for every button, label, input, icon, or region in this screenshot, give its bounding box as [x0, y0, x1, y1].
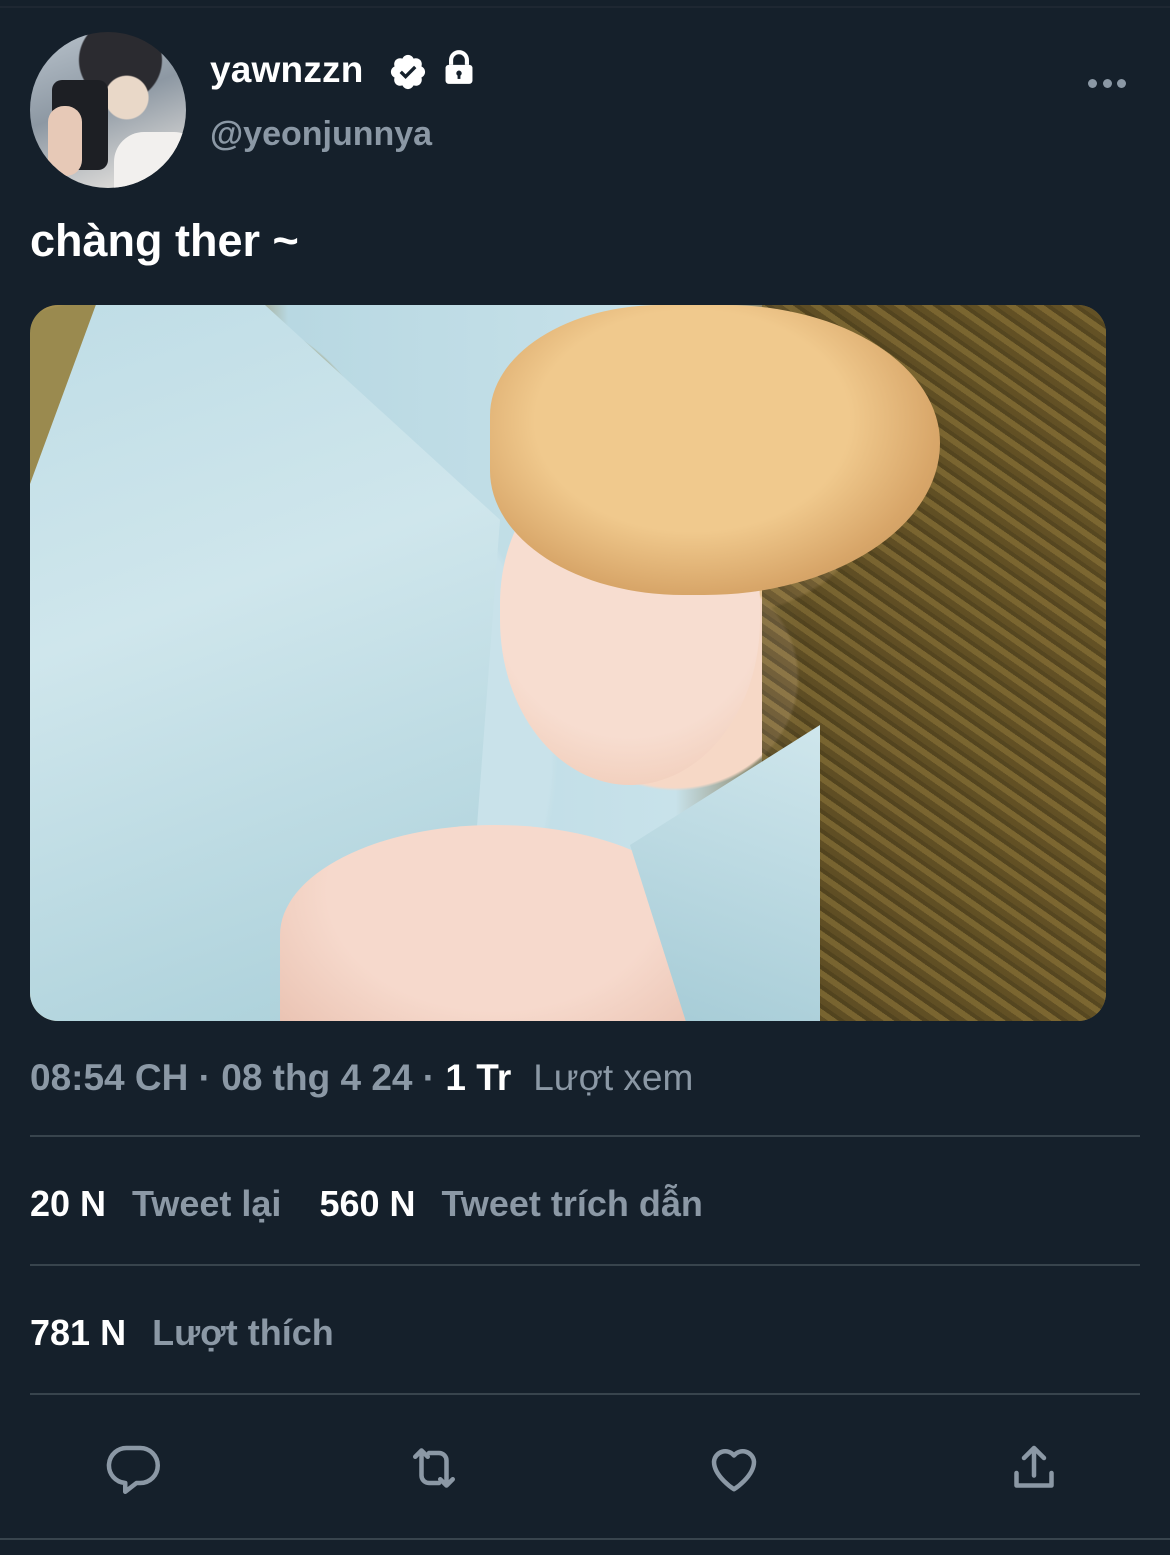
share-button[interactable] — [1004, 1438, 1064, 1498]
retweets-count[interactable]: 20 N — [30, 1181, 106, 1227]
retweets-label[interactable]: Tweet lại — [132, 1181, 281, 1227]
divider — [30, 1393, 1140, 1395]
tweet-meta: 08:54 CH · 08 thg 4 24 · 1 Tr Lượt xem — [30, 1054, 693, 1102]
tweet-action-bar — [0, 1420, 1170, 1520]
views-label: Lượt xem — [533, 1057, 694, 1098]
likes-label[interactable]: Lượt thích — [152, 1310, 334, 1356]
divider — [30, 1135, 1140, 1137]
heart-icon — [711, 1449, 757, 1492]
more-options-button[interactable] — [1082, 66, 1132, 100]
tweet-text: chàng ther ~ — [30, 215, 299, 266]
tweet-date[interactable]: 08 thg 4 24 — [221, 1054, 412, 1102]
share-icon — [1014, 1445, 1054, 1488]
reply-button[interactable] — [104, 1438, 164, 1498]
tweet-detail-page: yawnzzn @yeonjunnya chàng ther ~ 08:54 C… — [0, 0, 1170, 1555]
lock-icon — [445, 50, 473, 84]
divider — [30, 1264, 1140, 1266]
retweet-stats-row: 20 N Tweet lại 560 N Tweet trích dẫn — [30, 1181, 741, 1227]
display-name[interactable]: yawnzzn — [210, 48, 364, 92]
likes-count[interactable]: 781 N — [30, 1310, 126, 1356]
likes-stats-row: 781 N Lượt thích — [30, 1310, 372, 1356]
tweet-time[interactable]: 08:54 CH — [30, 1054, 188, 1102]
avatar[interactable] — [30, 32, 186, 188]
meta-separator: · — [188, 1057, 222, 1098]
more-dot-icon — [1117, 78, 1126, 88]
views-count: 1 Tr — [445, 1057, 512, 1098]
retweet-icon — [413, 1448, 455, 1488]
top-divider — [0, 0, 1170, 8]
verified-badge-icon — [390, 54, 426, 90]
user-handle[interactable]: @yeonjunnya — [210, 114, 432, 154]
like-button[interactable] — [704, 1438, 764, 1498]
bottom-divider — [0, 1538, 1170, 1540]
retweet-button[interactable] — [404, 1438, 464, 1498]
meta-separator: · — [412, 1057, 446, 1098]
more-dot-icon — [1088, 78, 1097, 88]
tweet-photo[interactable] — [30, 305, 1106, 1021]
reply-icon — [106, 1445, 160, 1494]
quotes-label[interactable]: Tweet trích dẫn — [442, 1181, 703, 1227]
quotes-count[interactable]: 560 N — [319, 1181, 415, 1227]
more-dot-icon — [1102, 78, 1112, 88]
